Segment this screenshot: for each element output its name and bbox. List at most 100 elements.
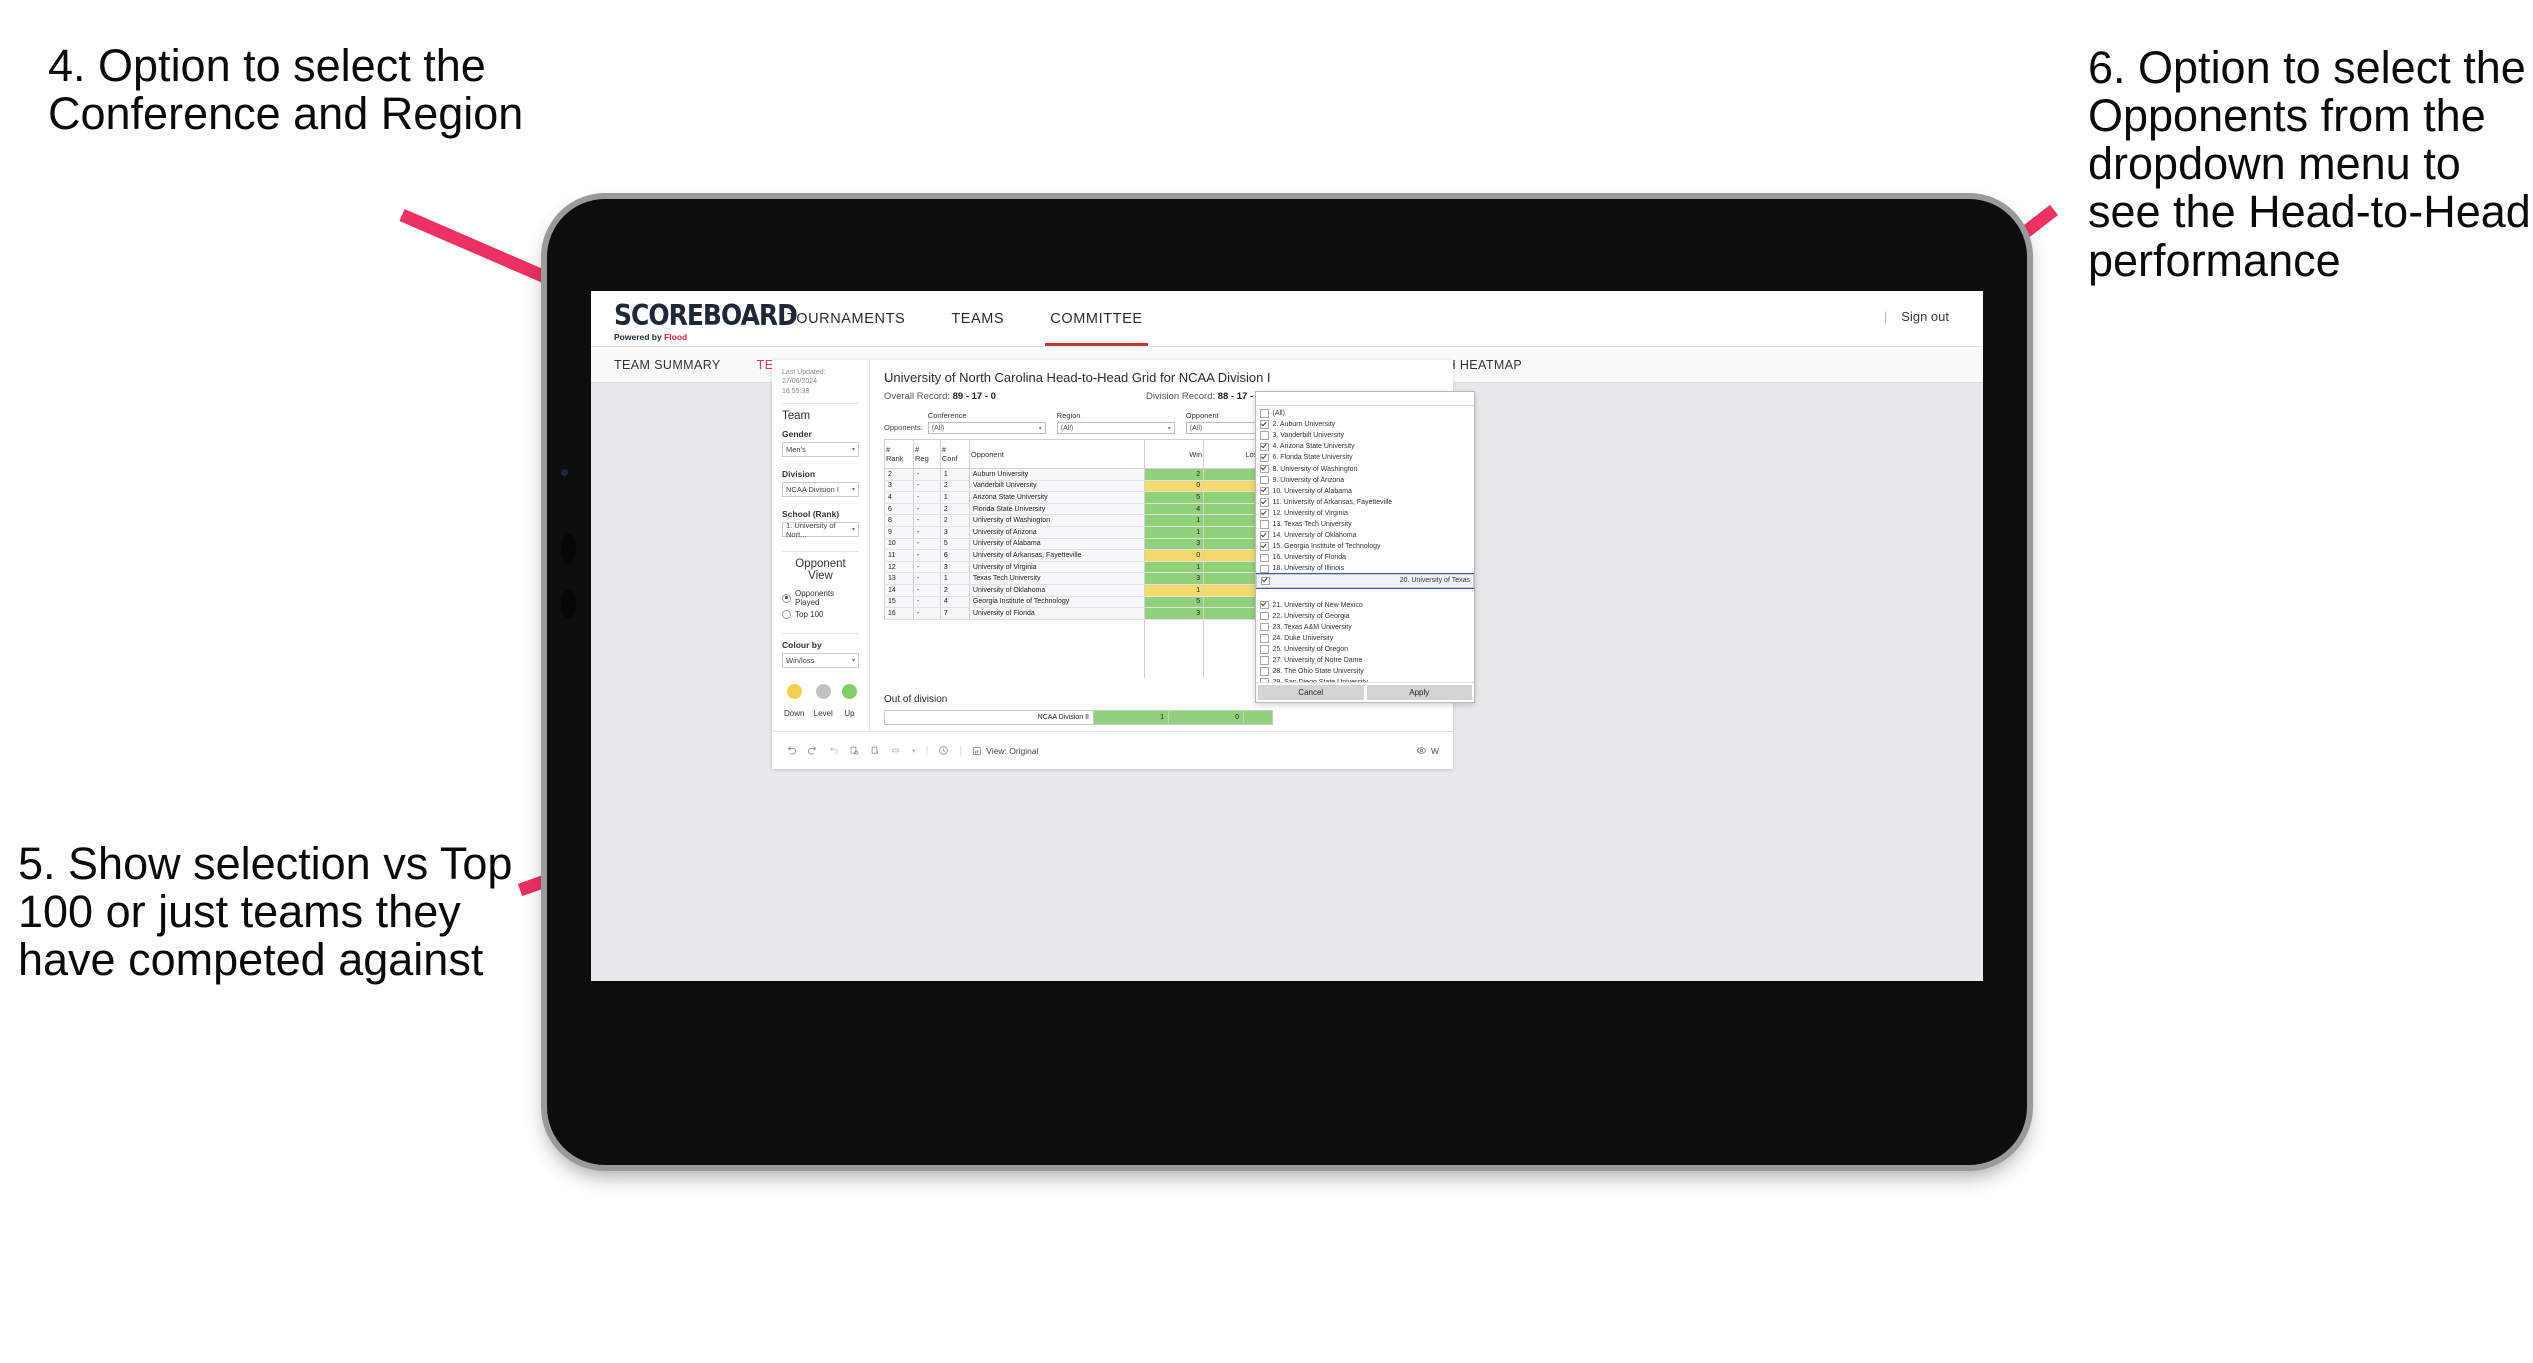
table-row[interactable]: 12-3University of Virginia10 [883,561,1288,574]
dropdown-option[interactable]: 27. University of Notre Dame [1256,655,1474,666]
subnav-team-summary[interactable]: TEAM SUMMARY [614,358,721,372]
dropdown-option[interactable]: 3. Vanderbilt University [1256,430,1474,441]
dropdown-option[interactable]: 18. University of Illinois [1256,563,1474,574]
table-row[interactable]: 14-2University of Oklahoma12 [883,584,1288,597]
nav-committee[interactable]: COMMITTEE [1027,291,1165,346]
dropdown-option[interactable]: 12. University of Virginia [1256,508,1474,519]
checkbox-icon[interactable] [1260,678,1269,682]
checkbox-icon[interactable] [1260,486,1269,496]
checkbox-icon[interactable] [1260,542,1269,551]
checkbox-icon[interactable] [1260,611,1269,621]
colour-by-value: Win/loss [786,656,815,666]
undo-icon[interactable] [786,745,797,756]
checkbox-icon[interactable] [1260,464,1269,474]
checkbox-icon[interactable] [1260,645,1269,654]
checkbox-icon[interactable] [1260,498,1269,507]
cell-conf: 2 [939,503,970,516]
checkbox-icon[interactable] [1260,509,1269,518]
table-row[interactable]: 6-2Florida State University42 [883,503,1288,516]
logo[interactable]: SCOREBOARD Powered by Flood [591,291,798,342]
conference-select[interactable]: (All) ▾ [927,422,1046,434]
table-row[interactable]: 2-1Auburn University21 [883,468,1288,481]
region-select[interactable]: (All) ▾ [1056,422,1175,434]
dropdown-option-list[interactable]: (All) 2. Auburn University 3. Vanderbilt U… [1256,406,1474,682]
dropdown-option[interactable]: 8. University of Washington [1256,463,1474,474]
volume-button-up[interactable] [561,534,576,564]
table-row[interactable]: 3-2Vanderbilt University04 [883,480,1288,493]
checkbox-icon[interactable] [1260,409,1269,418]
checkbox-icon[interactable] [1260,453,1269,463]
checkbox-icon[interactable] [1260,420,1269,429]
redo-icon[interactable] [807,745,818,756]
radio-top-100[interactable]: Top 100 [782,610,859,620]
clock-icon[interactable] [938,745,949,756]
revert-icon[interactable] [828,745,839,756]
dropdown-option[interactable]: 14. University of Oklahoma [1256,530,1474,541]
dropdown-search-input[interactable] [1256,392,1474,406]
checkbox-icon[interactable] [1260,600,1269,610]
dropdown-option[interactable]: (All) [1256,408,1474,419]
dropdown-option[interactable]: 25. University of Oregon [1256,644,1474,655]
checkbox-icon[interactable] [1260,553,1269,563]
table-row: NCAA Division II 1 0 [884,709,1273,725]
dropdown-option[interactable]: 2. Auburn University [1256,419,1474,430]
dropdown-option[interactable]: 11. University of Arkansas, Fayetteville [1256,497,1474,508]
dropdown-option[interactable]: 15. Georgia Institute of Technology [1256,541,1474,552]
dropdown-option[interactable]: 6. Florida State University [1256,452,1474,463]
dropdown-option[interactable]: 4. Arizona State University [1256,441,1474,452]
checkbox-icon[interactable] [1260,634,1269,643]
cell-loss: 1 [1203,607,1264,620]
dropdown-option[interactable]: 21. University of New Mexico [1256,600,1474,611]
table-row[interactable]: 10-5University of Alabama30 [883,538,1288,551]
checkbox-icon[interactable] [1260,431,1269,440]
table-row[interactable]: 9-3University of Arizona10 [883,526,1288,539]
refresh-icon[interactable] [849,745,860,756]
gender-select[interactable]: Men's ▾ [782,442,859,458]
volume-button-down[interactable] [561,589,576,619]
table-row[interactable]: 8-2University of Washington10 [883,514,1288,527]
cancel-button[interactable]: Cancel [1258,685,1364,700]
division-select[interactable]: NCAA Division I ▾ [782,482,859,498]
checkbox-icon[interactable] [1260,564,1269,574]
dropdown-option[interactable]: 24. Duke University [1256,633,1474,644]
checkbox-icon[interactable] [1260,531,1269,540]
dropdown-option[interactable]: 16. University of Florida [1256,552,1474,563]
share-icon[interactable] [891,745,902,756]
cell-rank: 14 [883,584,915,597]
school-select[interactable]: 1. University of Nort... ▾ [782,521,859,539]
nav-tournaments[interactable]: TOURNAMENTS [764,291,928,346]
dropdown-option[interactable]: 10. University of Alabama [1256,486,1474,497]
legend-label: Level [813,709,833,719]
checkbox-icon[interactable] [1260,442,1269,452]
chevron-down-icon[interactable]: ▾ [912,747,916,755]
dropdown-option[interactable]: 22. University of Georgia [1256,611,1474,622]
watch-area[interactable]: W [1416,745,1439,756]
dropdown-option[interactable]: 13. Texas Tech University [1256,519,1474,530]
legend-swatch-level [815,684,831,700]
checkbox-icon[interactable] [1260,667,1269,676]
pause-icon[interactable] [870,745,881,756]
nav-teams[interactable]: TEAMS [928,291,1027,346]
colour-by-select[interactable]: Win/loss ▾ [782,653,859,669]
table-row[interactable]: 13-1Texas Tech University30 [883,572,1288,585]
view-original-button[interactable]: View: Original [972,746,1039,756]
table-row[interactable]: 4-1Arizona State University51 [883,491,1288,504]
table-row[interactable]: 16-7University of Florida31 [883,607,1288,620]
checkbox-icon[interactable] [1261,576,1270,586]
cell-conf: 1 [939,468,970,481]
opponent-dropdown[interactable]: (All) 2. Auburn University 3. Vanderbilt U… [1255,391,1475,703]
radio-opponents-played[interactable]: Opponents Played [782,589,859,607]
dropdown-option[interactable]: 28. The Ohio State University [1256,666,1474,677]
table-row[interactable]: 15-4Georgia Institute of Technology50 [883,596,1288,609]
checkbox-icon[interactable] [1260,520,1269,529]
checkbox-icon[interactable] [1260,622,1269,632]
checkbox-icon[interactable] [1260,475,1269,485]
dropdown-option[interactable]: 9. University of Arizona [1256,475,1474,486]
dropdown-option[interactable]: 23. Texas A&M University [1256,622,1474,633]
sign-out-link[interactable]: Sign out [1901,309,1949,324]
sign-out-area[interactable]: | Sign out [1884,309,1949,324]
dropdown-option[interactable]: 20. University of Texas [1256,573,1474,589]
apply-button[interactable]: Apply [1366,685,1472,700]
checkbox-icon[interactable] [1260,656,1269,665]
table-row[interactable]: 11-6 University of Arkansas, Fayetteville… [883,549,1288,562]
